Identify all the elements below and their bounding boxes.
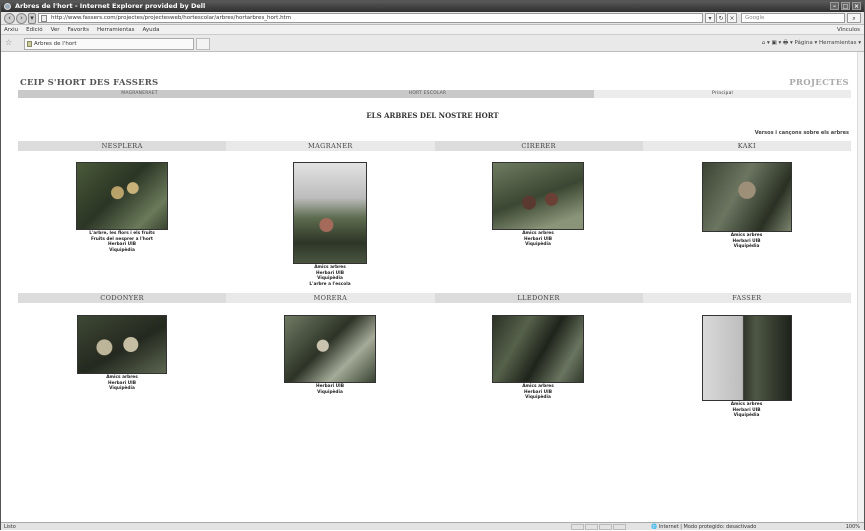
close-icon[interactable]: ×	[852, 2, 861, 10]
link-item[interactable]: Viquipèdia	[226, 390, 434, 396]
link-item[interactable]: L'arbre a l'escola	[226, 282, 434, 288]
projects-link[interactable]: PROJECTES	[789, 78, 849, 88]
nesplera-photo[interactable]	[76, 162, 168, 230]
tree-header-kaki: KAKI	[642, 141, 851, 151]
morera-links: Herbari UIB Viquipèdia	[226, 384, 434, 395]
vertical-scrollbar[interactable]	[857, 52, 864, 522]
tree-cell-kaki: Amics arbres Herbari UIB Viquipèdia	[642, 162, 851, 250]
nav-magraneraet[interactable]: MAGRANERAET	[18, 90, 261, 98]
link-item[interactable]: Viquipèdia	[642, 413, 851, 419]
tree-cell-magraner: Amics arbres Herbari UIB Viquipèdia L'ar…	[226, 162, 434, 287]
tree-header-nesplera: NESPLERA	[18, 141, 227, 151]
status-bar: Listo 🌐 Internet | Modo protegido: desac…	[1, 522, 864, 530]
page-icon	[41, 15, 47, 22]
link-item[interactable]: Viquipèdia	[434, 242, 642, 248]
tree-header-fasser: FASSER	[642, 293, 851, 303]
magraner-photo[interactable]	[293, 162, 367, 264]
address-input[interactable]: http://www.fassers.com/projectes/project…	[38, 13, 703, 23]
nesplera-links: L'arbre, les flors i els fruits Fruits d…	[18, 231, 226, 253]
codonyer-photo[interactable]	[77, 315, 167, 374]
address-toolbar: ‹ › ▾ http://www.fassers.com/projectes/p…	[1, 12, 864, 25]
cirerer-links: Amics arbres Herbari UIB Viquipèdia	[434, 231, 642, 248]
magraner-links: Amics arbres Herbari UIB Viquipèdia L'ar…	[226, 265, 434, 287]
new-tab-button[interactable]	[196, 38, 210, 50]
fasser-links: Amics arbres Herbari UIB Viquipèdia	[642, 402, 851, 419]
link-item[interactable]: Viquipèdia	[18, 248, 226, 254]
window-controls: – □ ×	[830, 2, 861, 10]
codonyer-links: Amics arbres Herbari UIB Viquipèdia	[18, 375, 226, 392]
window-title: Arbres de l'hort - Internet Explorer pro…	[15, 2, 206, 10]
menu-ver[interactable]: Ver	[51, 25, 60, 34]
forward-icon[interactable]: ›	[16, 13, 27, 24]
tree-cell-lledoner: Amics arbres Herbari UIB Viquipèdia	[434, 315, 642, 401]
tree-cell-fasser: Amics arbres Herbari UIB Viquipèdia	[642, 315, 851, 419]
tree-header-cirerer: CIRERER	[434, 141, 643, 151]
history-dropdown-icon[interactable]: ▾	[28, 13, 36, 24]
search-icon[interactable]: ⌕	[847, 13, 861, 23]
menu-edicio[interactable]: Edició	[26, 25, 42, 34]
address-buttons: ▾ ↻ ×	[705, 13, 737, 23]
status-pane	[599, 524, 612, 530]
tree-cell-cirerer: Amics arbres Herbari UIB Viquipèdia	[434, 162, 642, 248]
link-item[interactable]: Viquipèdia	[642, 244, 851, 250]
tree-header-lledoner: LLEDONER	[434, 293, 643, 303]
kaki-photo[interactable]	[701, 162, 792, 232]
menu-bar: Arxiu Edició Ver Favorits Herramientas A…	[1, 25, 864, 35]
browser-window: Arbres de l'hort - Internet Explorer pro…	[0, 0, 865, 530]
window-title-bar: Arbres de l'hort - Internet Explorer pro…	[1, 1, 864, 12]
tab-bar: ☆ Arbres de l'hort ⌂ ▾ ▣ ▾ 🖶 ▾ Página ▾ …	[1, 35, 864, 52]
site-title: CEIP S'HORT DES FASSERS	[20, 78, 159, 88]
status-pane	[613, 524, 626, 530]
lledoner-photo[interactable]	[492, 315, 584, 383]
verses-link[interactable]: Versos i cançons sobre els arbres	[755, 130, 849, 136]
fasser-photo[interactable]	[701, 315, 792, 401]
menu-favorits[interactable]: Favorits	[68, 25, 89, 34]
morera-photo[interactable]	[284, 315, 376, 383]
kaki-links: Amics arbres Herbari UIB Viquipèdia	[642, 233, 851, 250]
refresh-icon[interactable]: ↻	[716, 13, 726, 23]
status-pane	[571, 524, 584, 530]
tree-header-row-2: CODONYER MORERA LLEDONER FASSER	[18, 293, 851, 303]
lledoner-links: Amics arbres Herbari UIB Viquipèdia	[434, 384, 642, 401]
page-heading: ELS ARBRES DEL NOSTRE HORT	[366, 111, 499, 120]
tree-header-morera: MORERA	[226, 293, 435, 303]
back-icon[interactable]: ‹	[4, 13, 15, 24]
tree-cell-nesplera: L'arbre, les flors i els fruits Fruits d…	[18, 162, 226, 253]
favicon-icon	[27, 41, 32, 47]
maximize-icon[interactable]: □	[841, 2, 850, 10]
link-item[interactable]: Viquipèdia	[18, 386, 226, 392]
page-content: CEIP S'HORT DES FASSERS PROJECTES MAGRAN…	[1, 52, 864, 522]
tree-header-magraner: MAGRANER	[226, 141, 435, 151]
menu-arxiu[interactable]: Arxiu	[4, 25, 18, 34]
tree-header-row-1: NESPLERA MAGRANER CIRERER KAKI	[18, 141, 851, 151]
search-input[interactable]: Google	[741, 13, 845, 23]
command-bar[interactable]: ⌂ ▾ ▣ ▾ 🖶 ▾ Página ▾ Herramientas ▾	[762, 38, 861, 48]
ie-logo-icon	[4, 3, 11, 10]
links-toolbar-button[interactable]: Vínculos	[837, 25, 860, 35]
menu-herramientas[interactable]: Herramientas	[97, 25, 134, 34]
tab-active[interactable]: Arbres de l'hort	[24, 38, 194, 50]
stop-icon[interactable]: ×	[727, 13, 737, 23]
status-pane	[585, 524, 598, 530]
cirerer-photo[interactable]	[492, 162, 584, 230]
menu-ayuda[interactable]: Ayuda	[143, 25, 160, 34]
nav-hort-escolar[interactable]: HORT ESCOLAR	[261, 90, 594, 98]
favorites-star-icon[interactable]: ☆	[5, 38, 12, 48]
minimize-icon[interactable]: –	[830, 2, 839, 10]
tree-cell-morera: Herbari UIB Viquipèdia	[226, 315, 434, 395]
tree-header-codonyer: CODONYER	[18, 293, 227, 303]
site-nav: MAGRANERAET HORT ESCOLAR Principal	[18, 90, 851, 98]
address-dropdown-icon[interactable]: ▾	[705, 13, 715, 23]
status-panes	[571, 524, 626, 530]
nav-principal[interactable]: Principal	[594, 90, 851, 98]
link-item[interactable]: Viquipèdia	[434, 395, 642, 401]
tree-cell-codonyer: Amics arbres Herbari UIB Viquipèdia	[18, 315, 226, 392]
